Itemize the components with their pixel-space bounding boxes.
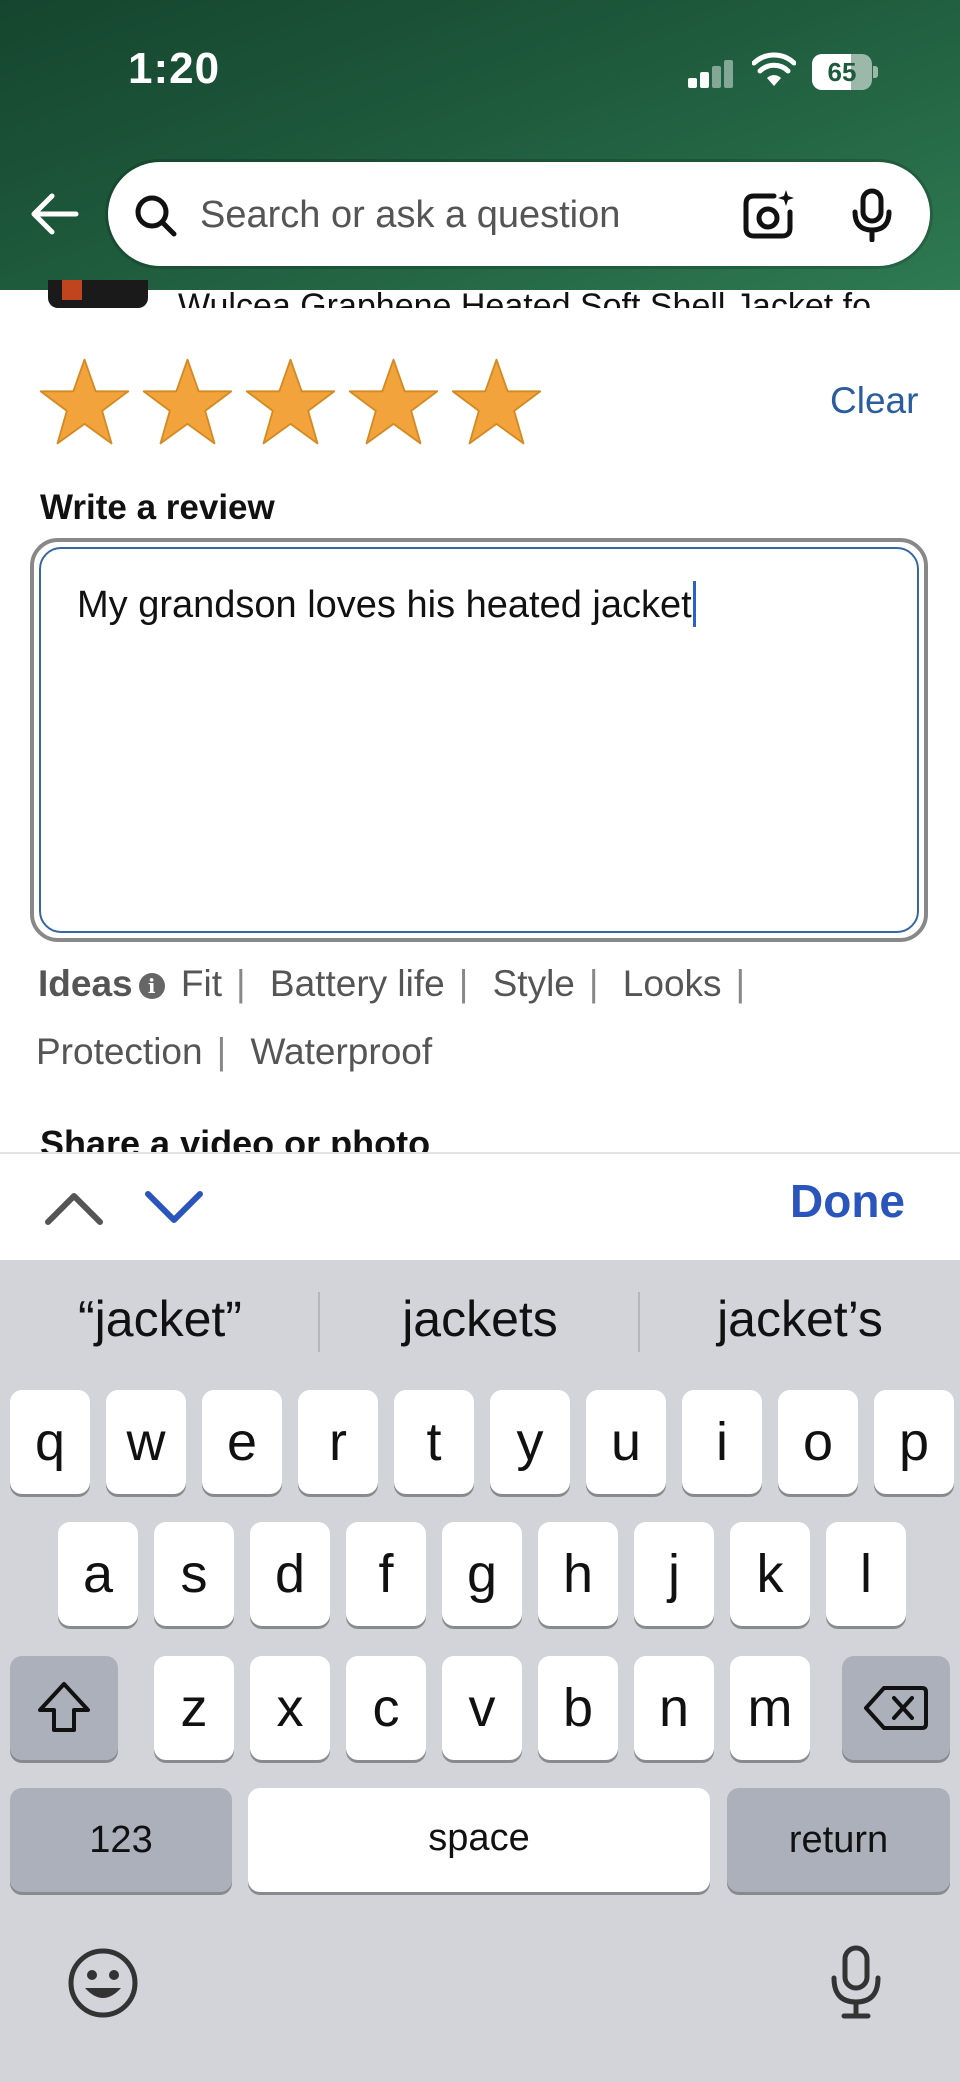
keyboard: “jacket” jackets jacket’s 123 space retu… (0, 1260, 960, 2082)
wifi-icon (752, 52, 796, 86)
delete-key[interactable] (842, 1656, 950, 1760)
status-time: 1:20 (128, 44, 221, 93)
key-n[interactable]: n (634, 1656, 714, 1760)
key-i[interactable]: i (682, 1390, 762, 1494)
key-a[interactable]: a (58, 1522, 138, 1626)
key-g[interactable]: g (442, 1522, 522, 1626)
key-j[interactable]: j (634, 1522, 714, 1626)
battery-percent: 65 (827, 57, 857, 87)
search-input[interactable] (200, 190, 640, 240)
key-d[interactable]: d (250, 1522, 330, 1626)
idea-chip-fit[interactable]: Fit (181, 963, 222, 1004)
idea-chip-style[interactable]: Style (493, 963, 575, 1004)
review-ideas: Ideas i Fit | Battery life | Style | Looks | … (36, 963, 746, 1072)
done-button[interactable]: Done (790, 1174, 905, 1228)
key-h[interactable]: h (538, 1522, 618, 1626)
search-bar[interactable] (108, 162, 930, 266)
key-v[interactable]: v (442, 1656, 522, 1760)
key-m[interactable]: m (730, 1656, 810, 1760)
key-q[interactable]: q (10, 1390, 90, 1494)
camera-icon[interactable] (740, 188, 796, 240)
chevron-down-icon[interactable] (142, 1182, 206, 1234)
review-textarea[interactable]: My grandson loves his heated jacket (30, 538, 928, 942)
star-icon[interactable] (244, 356, 337, 449)
key-f[interactable]: f (346, 1522, 426, 1626)
product-thumbnail (48, 280, 148, 308)
idea-chip-battery-life[interactable]: Battery life (270, 963, 445, 1004)
shift-key[interactable] (10, 1656, 118, 1760)
keyboard-toolbar: Done (0, 1152, 960, 1260)
numbers-key[interactable]: 123 (10, 1788, 232, 1892)
ideas-label: Ideas (38, 963, 133, 1004)
star-icon[interactable] (141, 356, 234, 449)
suggestion-2[interactable]: jackets (320, 1290, 640, 1348)
key-c[interactable]: c (346, 1656, 426, 1760)
idea-chip-protection[interactable]: Protection (36, 1031, 203, 1072)
predictive-bar: “jacket” jackets jacket’s (0, 1260, 960, 1382)
dictation-icon[interactable] (826, 1944, 886, 2020)
share-media-label: Share a video or photo (40, 1124, 431, 1152)
return-key[interactable]: return (727, 1788, 950, 1892)
review-text[interactable]: My grandson loves his heated jacket (77, 584, 692, 626)
delete-icon (864, 1686, 928, 1730)
key-l[interactable]: l (826, 1522, 906, 1626)
key-r[interactable]: r (298, 1390, 378, 1494)
star-icon[interactable] (38, 356, 131, 449)
star-icon[interactable] (450, 356, 543, 449)
back-arrow-icon[interactable] (26, 190, 82, 238)
key-e[interactable]: e (202, 1390, 282, 1494)
key-t[interactable]: t (394, 1390, 474, 1494)
search-icon (135, 195, 177, 237)
key-y[interactable]: y (490, 1390, 570, 1494)
shift-icon (38, 1682, 90, 1732)
clear-rating-link[interactable]: Clear (830, 380, 918, 422)
product-title: Wulcea Graphene Heated Soft Shell Jacket… (178, 287, 900, 308)
key-s[interactable]: s (154, 1522, 234, 1626)
text-cursor (692, 581, 696, 627)
info-icon[interactable]: i (138, 973, 165, 999)
key-z[interactable]: z (154, 1656, 234, 1760)
write-review-label: Write a review (40, 488, 275, 527)
key-o[interactable]: o (778, 1390, 858, 1494)
chevron-up-icon[interactable] (42, 1182, 106, 1234)
battery-indicator: 65 (812, 54, 878, 90)
key-k[interactable]: k (730, 1522, 810, 1626)
key-p[interactable]: p (874, 1390, 954, 1494)
key-b[interactable]: b (538, 1656, 618, 1760)
key-w[interactable]: w (106, 1390, 186, 1494)
cellular-signal-icon (688, 58, 736, 88)
emoji-icon[interactable] (66, 1946, 140, 2020)
star-rating[interactable] (38, 356, 543, 452)
suggestion-3[interactable]: jacket’s (640, 1290, 960, 1348)
suggestion-1[interactable]: “jacket” (0, 1290, 320, 1348)
microphone-icon[interactable] (850, 188, 894, 242)
star-icon[interactable] (347, 356, 440, 449)
key-u[interactable]: u (586, 1390, 666, 1494)
space-key[interactable]: space (248, 1788, 710, 1892)
app-header: 1:20 65 (0, 0, 960, 290)
key-x[interactable]: x (250, 1656, 330, 1760)
idea-chip-looks[interactable]: Looks (623, 963, 722, 1004)
idea-chip-waterproof[interactable]: Waterproof (251, 1031, 433, 1072)
